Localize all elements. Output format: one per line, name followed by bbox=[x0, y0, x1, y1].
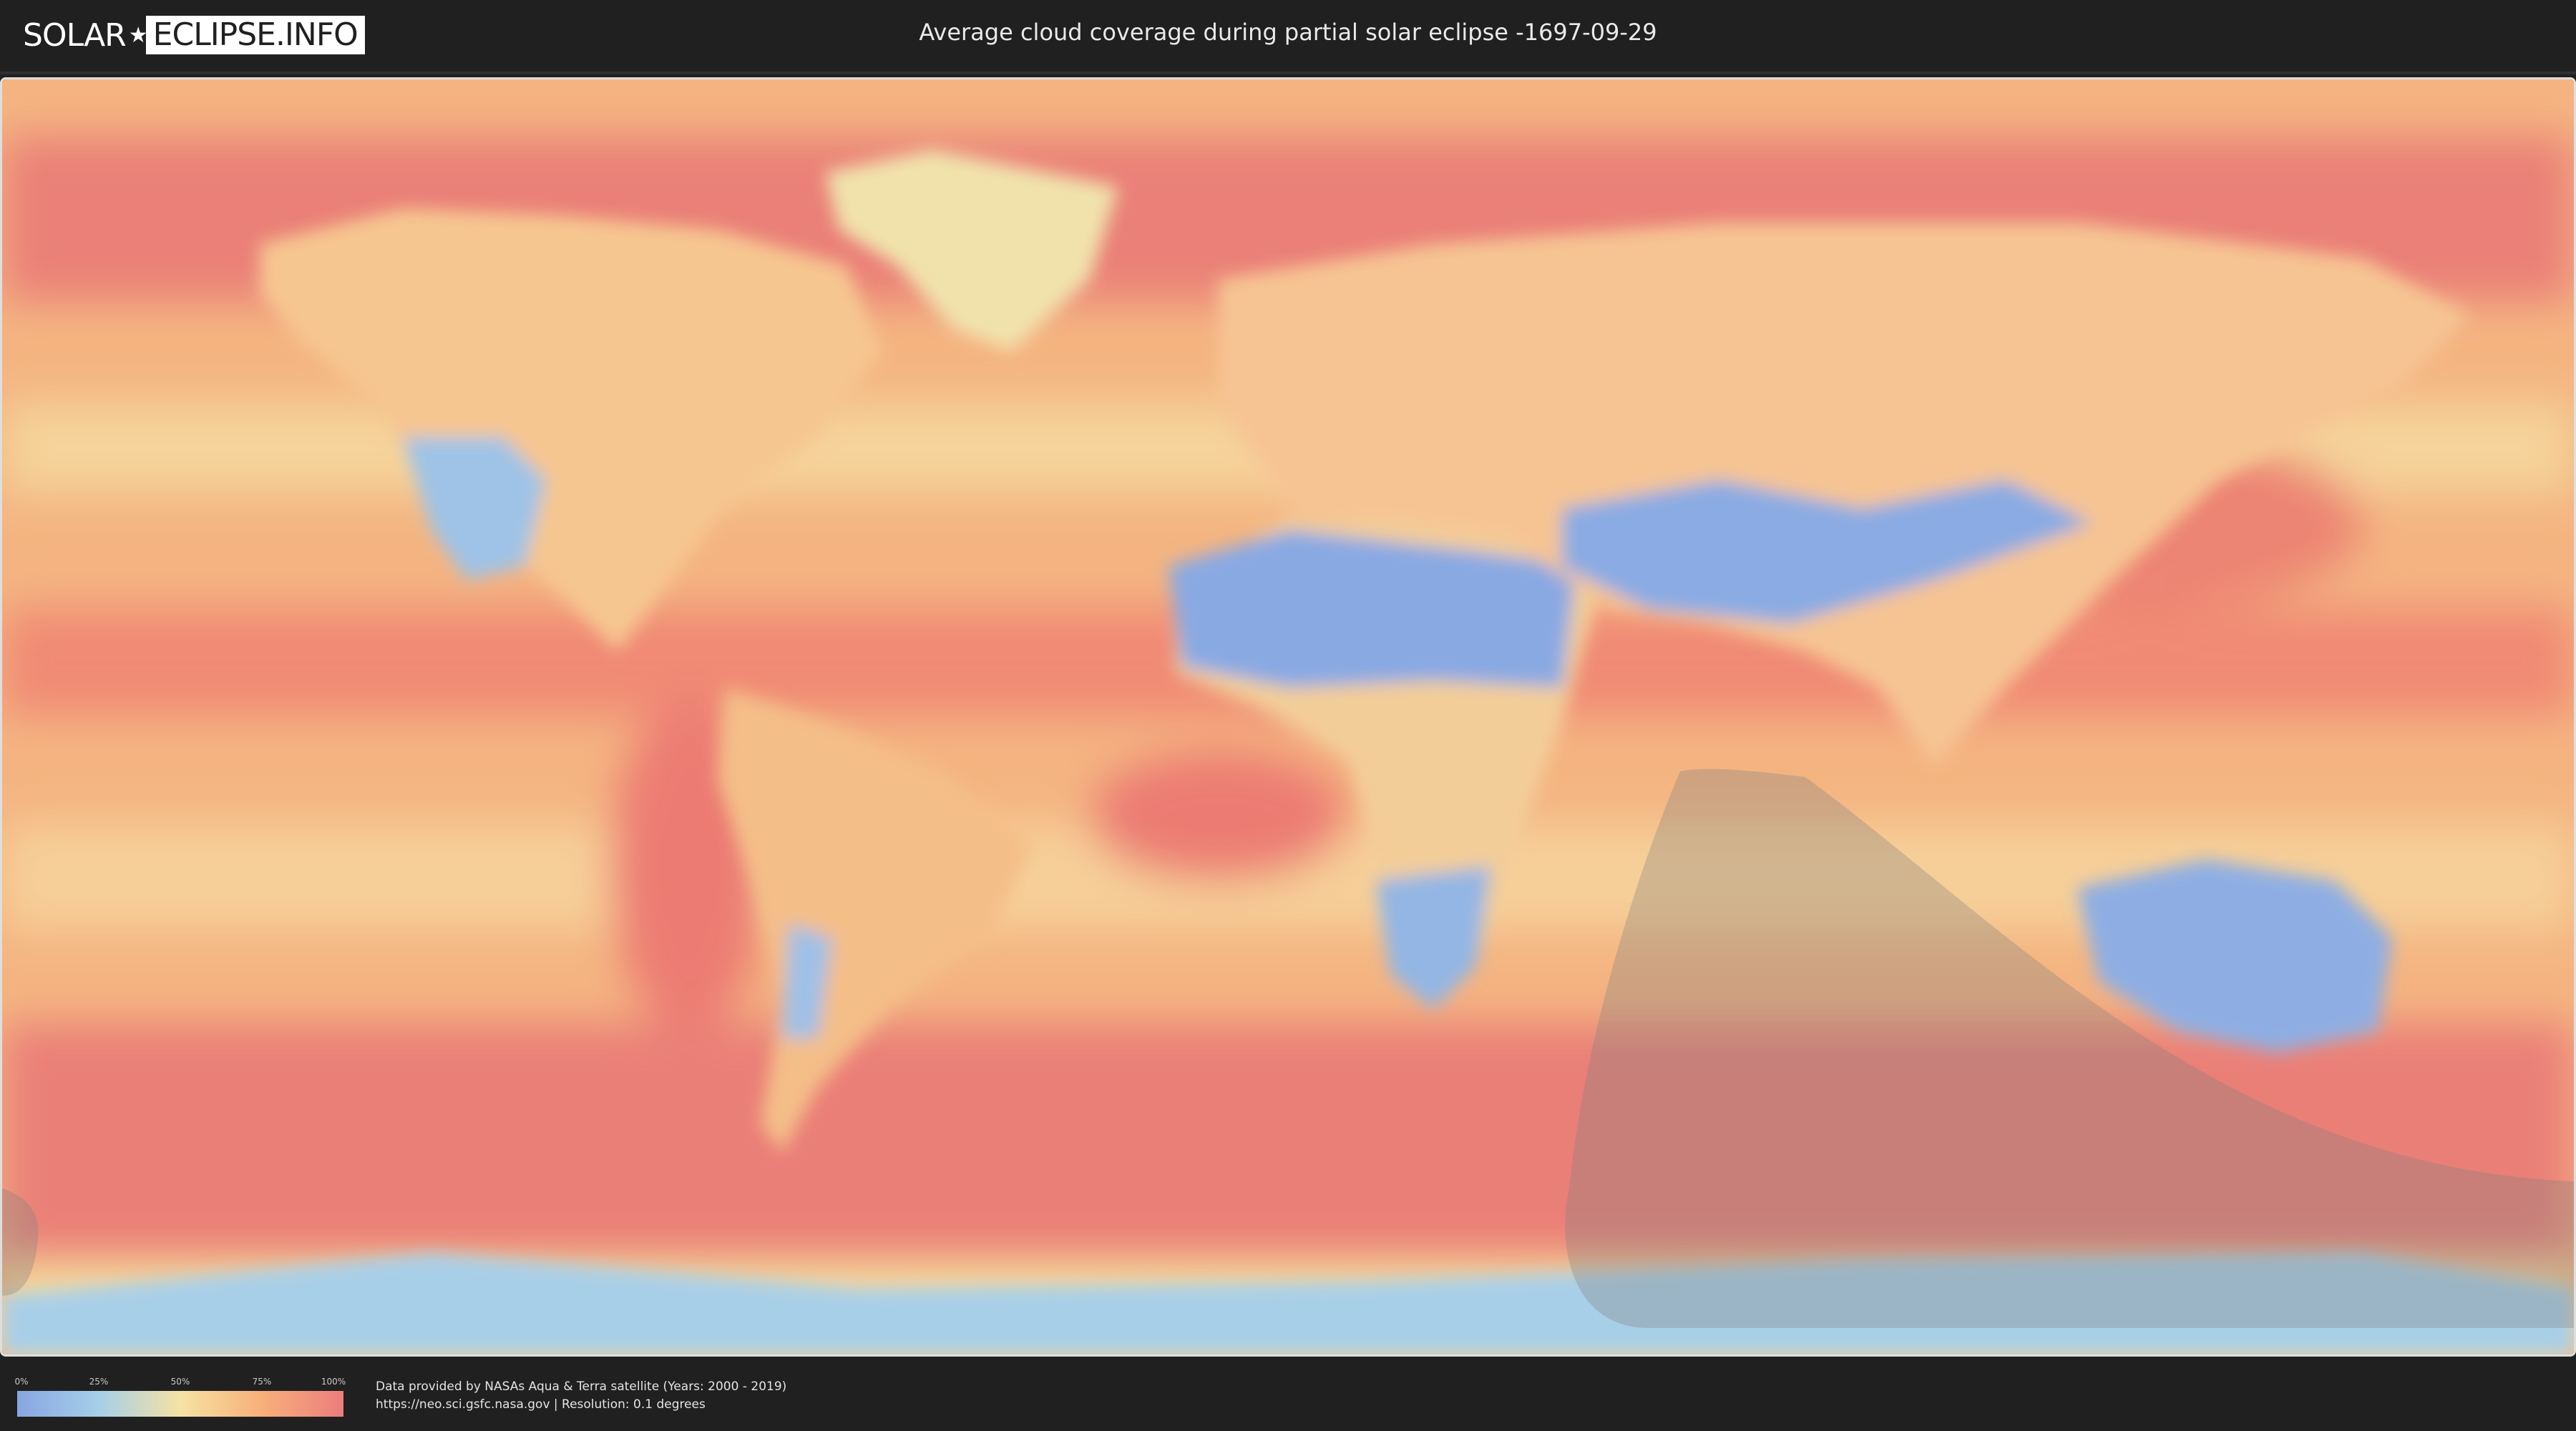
data-credits: Data provided by NASAs Aqua & Terra sate… bbox=[376, 1378, 786, 1414]
legend-tick-0: 0% bbox=[14, 1377, 29, 1387]
credit-line: Data provided by NASAs Aqua & Terra sate… bbox=[376, 1379, 787, 1394]
legend-tick-75: 75% bbox=[252, 1377, 272, 1387]
legend-tick-25: 25% bbox=[89, 1377, 109, 1387]
map-svg bbox=[2, 79, 2574, 1354]
legend-tick-100: 100% bbox=[321, 1377, 346, 1387]
legend-color-bar bbox=[17, 1391, 343, 1417]
cloud-coverage-map[interactable] bbox=[0, 77, 2576, 1357]
footer: 0% 25% 50% 75% 100% Data provided by NAS… bbox=[0, 1359, 2576, 1431]
page-title: Average cloud coverage during partial so… bbox=[919, 19, 1657, 46]
legend-tick-labels: 0% 25% 50% 75% 100% bbox=[14, 1377, 346, 1391]
header: SOLAR ★ ECLIPSE.INFO Average cloud cover… bbox=[0, 0, 2576, 74]
legend-tick-50: 50% bbox=[170, 1377, 190, 1387]
source-line: https://neo.sci.gsfc.nasa.gov | Resoluti… bbox=[376, 1397, 706, 1412]
cloud-coverage-legend: 0% 25% 50% 75% 100% bbox=[14, 1377, 346, 1417]
